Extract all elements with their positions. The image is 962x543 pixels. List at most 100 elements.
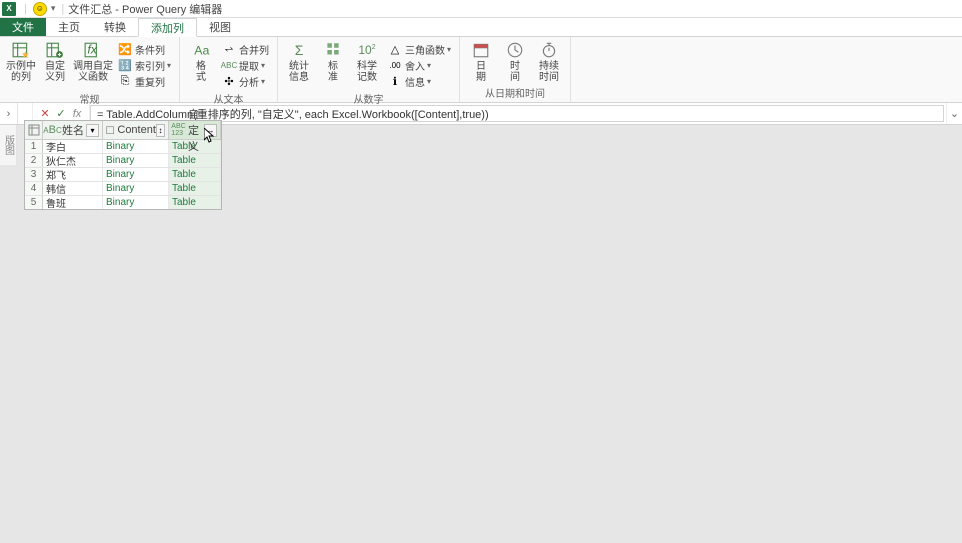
ribbon-tabs: 文件 主页 转换 添加列 视图	[0, 18, 962, 37]
column-header-name[interactable]: ABC 姓名 ▾	[43, 121, 103, 139]
tab-add-column[interactable]: 添加列	[138, 18, 197, 37]
table-star-icon	[12, 41, 30, 59]
smiley-icon[interactable]: ☺	[33, 2, 47, 16]
standard-icon	[324, 41, 342, 59]
index-column-button[interactable]: 🔢索引列▾	[114, 57, 175, 73]
extract-icon: ABC	[222, 58, 236, 72]
cell-custom[interactable]: Table	[169, 168, 221, 181]
cell-custom[interactable]: Table	[169, 182, 221, 195]
label: 合并列	[239, 42, 269, 57]
merge-columns-button[interactable]: ⥋合并列	[218, 41, 273, 57]
chevron-down-icon: ▾	[261, 61, 265, 70]
fx-icon[interactable]: fx	[69, 108, 85, 120]
trig-icon: △	[388, 42, 402, 56]
duration-button[interactable]: 持续 时间	[532, 39, 566, 83]
chevron-down-icon: ▾	[447, 45, 451, 54]
formula-dropdown-icon[interactable]: ⌄	[946, 103, 962, 124]
label: 条件列	[135, 42, 165, 57]
cell-custom[interactable]: Table	[169, 154, 221, 167]
label: 标 准	[328, 61, 338, 83]
column-header-custom[interactable]: ABC123 自定义 ↔	[169, 121, 221, 139]
expand-dropdown-icon[interactable]: ↔	[204, 124, 217, 137]
group-from-number: Σ 统计 信息 标 准 102 科学 记数 △三角函数▾ .00舍入▾ ℹ信息▾…	[278, 37, 460, 102]
column-from-examples-button[interactable]: 示例中 的列	[4, 39, 38, 83]
select-all-cell[interactable]	[25, 121, 43, 139]
column-name: Content	[117, 124, 156, 136]
cell-name[interactable]: 鲁班	[43, 196, 103, 209]
cell-custom[interactable]: Table	[169, 196, 221, 209]
information-button[interactable]: ℹ信息▾	[384, 73, 455, 89]
standard-button[interactable]: 标 准	[316, 39, 350, 83]
conditional-column-button[interactable]: 🔀条件列	[114, 41, 175, 57]
table-row[interactable]: 5鲁班BinaryTable	[25, 196, 221, 209]
label: 重复列	[135, 74, 165, 89]
row-index: 5	[25, 196, 43, 209]
label: 时 间	[510, 61, 520, 83]
parse-icon: ✣	[222, 74, 236, 88]
time-button[interactable]: 时 间	[498, 39, 532, 83]
column-header-content[interactable]: Content ↕	[103, 121, 169, 139]
queries-pane-label[interactable]: 版图	[0, 125, 17, 165]
group-from-datetime: 日 期 时 间 持续 时间 从日期和时间	[460, 37, 571, 102]
tab-file[interactable]: 文件	[0, 18, 46, 36]
cell-content[interactable]: Binary	[103, 154, 169, 167]
cell-name[interactable]: 郑飞	[43, 168, 103, 181]
date-button[interactable]: 日 期	[464, 39, 498, 83]
number-options: △三角函数▾ .00舍入▾ ℹ信息▾	[384, 39, 455, 89]
parse-button[interactable]: ✣分析▾	[218, 73, 273, 89]
column-name: 自定义	[188, 106, 204, 154]
label: 信息	[405, 74, 425, 89]
separator: |	[61, 3, 64, 15]
group-label-datetime: 从日期和时间	[460, 85, 570, 102]
extract-button[interactable]: ABC提取▾	[218, 57, 273, 73]
tab-home[interactable]: 主页	[46, 18, 92, 36]
table-row[interactable]: 3郑飞BinaryTable	[25, 168, 221, 182]
function-icon: fx	[84, 41, 102, 59]
label: 统计 信息	[289, 61, 309, 83]
label: 提取	[239, 58, 259, 73]
excel-icon: X	[2, 2, 16, 16]
column-name: 姓名	[62, 122, 86, 138]
cell-name[interactable]: 李白	[43, 140, 103, 153]
table-row[interactable]: 4韩信BinaryTable	[25, 182, 221, 196]
filter-dropdown-icon[interactable]: ▾	[86, 124, 99, 137]
rounding-button[interactable]: .00舍入▾	[384, 57, 455, 73]
row-index: 2	[25, 154, 43, 167]
confirm-icon[interactable]: ✓	[53, 107, 69, 120]
label: 舍入	[405, 58, 425, 73]
tab-view[interactable]: 视图	[197, 18, 243, 36]
cell-name[interactable]: 韩信	[43, 182, 103, 195]
trigonometry-button[interactable]: △三角函数▾	[384, 41, 455, 57]
label: 日 期	[476, 61, 486, 83]
cell-content[interactable]: Binary	[103, 168, 169, 181]
cell-content[interactable]: Binary	[103, 140, 169, 153]
binary-type-icon	[106, 124, 114, 137]
tab-transform[interactable]: 转换	[92, 18, 138, 36]
expand-queries-button[interactable]: ›	[0, 103, 18, 124]
merge-icon: ⥋	[222, 42, 236, 56]
conditional-icon: 🔀	[118, 42, 132, 56]
table-row[interactable]: 2狄仁杰BinaryTable	[25, 154, 221, 168]
statistics-button[interactable]: Σ 统计 信息	[282, 39, 316, 83]
scientific-button[interactable]: 102 科学 记数	[350, 39, 384, 83]
label: 调用自定 义函数	[73, 61, 113, 83]
duplicate-icon: ⎘	[118, 74, 132, 88]
cancel-icon[interactable]: ✕	[37, 107, 53, 120]
sigma-icon: Σ	[290, 41, 308, 59]
expand-dropdown-icon[interactable]: ↕	[156, 124, 165, 137]
qat-dropdown-icon[interactable]: ▾	[51, 3, 56, 14]
cell-content[interactable]: Binary	[103, 182, 169, 195]
data-grid: ABC 姓名 ▾ Content ↕ ABC123 自定义 ↔ 1李白Binar…	[24, 120, 222, 210]
cell-content[interactable]: Binary	[103, 196, 169, 209]
duration-icon	[540, 41, 558, 59]
ribbon: 示例中 的列 自定 义列 fx 调用自定 义函数 🔀条件列 🔢索引列▾ ⎘重复列…	[0, 37, 962, 103]
invoke-custom-function-button[interactable]: fx 调用自定 义函数	[72, 39, 114, 83]
duplicate-column-button[interactable]: ⎘重复列	[114, 73, 175, 89]
row-index: 1	[25, 140, 43, 153]
row-index: 3	[25, 168, 43, 181]
title-bar: X | ☺ ▾ | 文件汇总 - Power Query 编辑器	[0, 0, 962, 18]
cell-name[interactable]: 狄仁杰	[43, 154, 103, 167]
custom-column-button[interactable]: 自定 义列	[38, 39, 72, 83]
format-button[interactable]: Aa 格 式	[184, 39, 218, 83]
label: 示例中 的列	[6, 61, 36, 83]
